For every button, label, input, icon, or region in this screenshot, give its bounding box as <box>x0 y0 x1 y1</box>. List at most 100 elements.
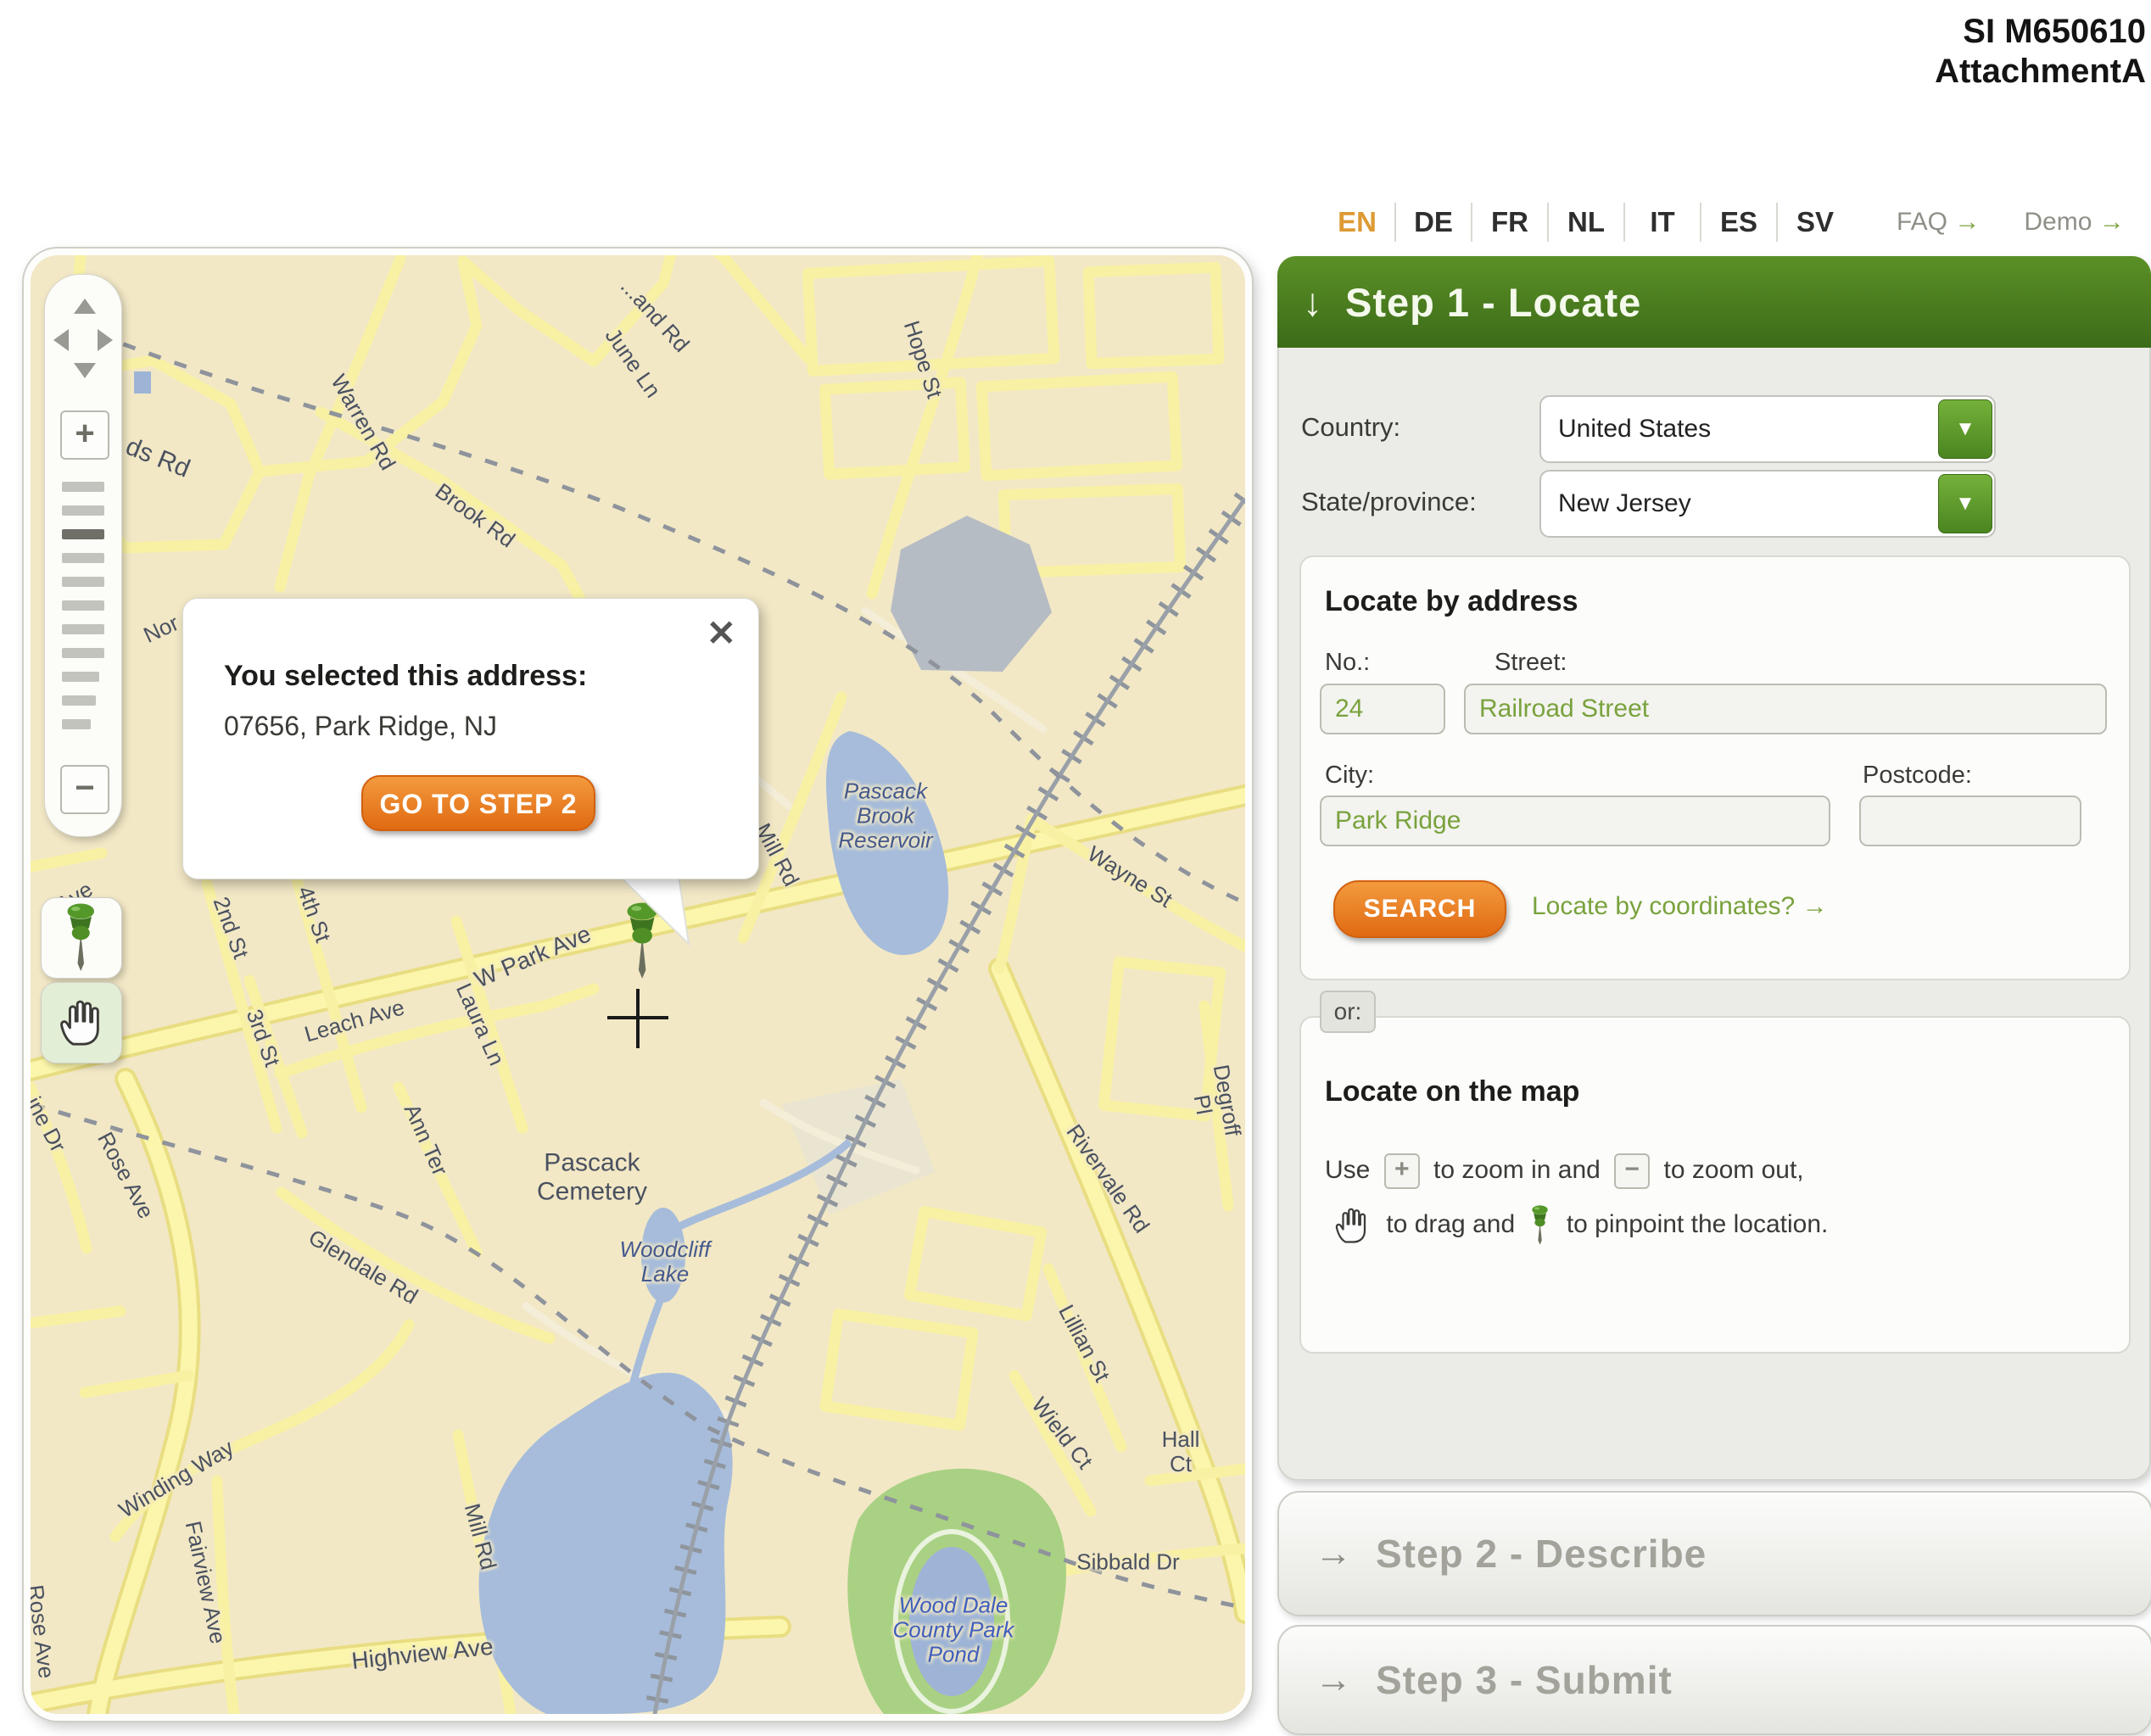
map-label: Rivervale Rd <box>1061 1120 1154 1238</box>
map-label: ine Dr <box>24 1093 70 1157</box>
lang-tab-es[interactable]: ES <box>1700 203 1776 242</box>
country-dropdown[interactable]: United States ▼ <box>1539 395 1996 463</box>
map-label: Fairview Ave <box>180 1519 230 1646</box>
demo-link[interactable]: Demo → <box>2024 208 2124 237</box>
coords-arrow-icon: → <box>1802 892 1828 920</box>
map-label: Brook Rd <box>431 478 520 552</box>
document-header: SI M650610 AttachmentA <box>1637 12 2146 92</box>
zoom-in-button[interactable]: + <box>60 410 109 460</box>
go-to-step2-button[interactable]: GO TO STEP 2 <box>361 775 595 831</box>
map-label: Rose Ave <box>24 1583 59 1680</box>
pin-tool-icon <box>61 902 102 974</box>
close-icon[interactable]: ✕ <box>707 616 736 651</box>
map-label: Leach Ave <box>302 995 407 1047</box>
locate-by-address-heading: Locate by address <box>1325 585 1578 618</box>
country-value: United States <box>1541 415 1938 444</box>
down-arrow-icon: ↓ <box>1303 279 1323 325</box>
map-label: Warren Rd <box>326 371 400 475</box>
document-id: SI M650610 <box>1637 12 2146 52</box>
lang-tab-fr[interactable]: FR <box>1471 203 1547 242</box>
map-label: Wield Ct <box>1026 1393 1097 1473</box>
no-input[interactable] <box>1320 684 1445 734</box>
step2-arrow-icon: → <box>1315 1532 1352 1575</box>
map-label: Highview Ave <box>350 1633 494 1675</box>
postcode-input[interactable] <box>1859 795 2081 846</box>
language-bar: EN DE FR NL IT ES SV FAQ → Demo → <box>1320 198 2125 246</box>
map-label: W Park Ave <box>471 920 595 993</box>
attachment-label: AttachmentA <box>1637 52 2146 92</box>
map-label: 4th St <box>293 883 336 946</box>
map-label: Hope St <box>899 318 947 401</box>
map-label: Glendale Rd <box>304 1225 422 1309</box>
demo-arrow-icon: → <box>2099 208 2125 236</box>
postcode-label: Postcode: <box>1863 762 1972 790</box>
map-label: Lillian St <box>1053 1301 1115 1386</box>
step3-arrow-icon: → <box>1315 1659 1352 1701</box>
map-nav-pad: + − <box>44 274 122 837</box>
map-label: 2nd St <box>208 894 253 963</box>
map-label: Rose Ave <box>92 1128 159 1223</box>
faq-arrow-icon: → <box>1954 208 1980 236</box>
step2-bar[interactable]: → Step 2 - Describe <box>1277 1491 2151 1616</box>
zoom-slider[interactable] <box>62 482 104 743</box>
street-input[interactable] <box>1464 684 2107 734</box>
country-label: Country: <box>1301 412 1400 443</box>
state-label: State/province: <box>1301 487 1477 517</box>
map-label: Woodcliff Lake <box>620 1237 711 1287</box>
locate-by-coordinates-link[interactable]: Locate by coordinates? → <box>1532 892 1828 921</box>
lang-tab-de[interactable]: DE <box>1394 203 1471 242</box>
no-label: No.: <box>1325 649 1370 677</box>
hand-tool-button[interactable] <box>41 982 122 1063</box>
pan-up-button[interactable] <box>74 299 96 314</box>
step3-bar[interactable]: → Step 3 - Submit <box>1277 1625 2151 1735</box>
street-label: Street: <box>1495 649 1567 677</box>
map-label: Laura Ln <box>451 980 509 1069</box>
search-button[interactable]: SEARCH <box>1333 880 1506 938</box>
state-dropdown[interactable]: New Jersey ▼ <box>1539 470 1996 538</box>
zoom-out-button[interactable]: − <box>60 765 109 814</box>
step3-title: Step 3 - Submit <box>1376 1657 1673 1703</box>
state-dropdown-arrow-icon[interactable]: ▼ <box>1938 474 1992 533</box>
map-label: Sibbald Dr <box>1076 1549 1179 1574</box>
instruction-line-1: Use + to zoom in and − to zoom out, <box>1325 1143 2105 1197</box>
country-dropdown-arrow-icon[interactable]: ▼ <box>1938 399 1992 459</box>
pan-down-button[interactable] <box>74 363 96 378</box>
faq-link[interactable]: FAQ → <box>1897 208 1980 237</box>
map-label: Pascack Cemetery <box>537 1148 647 1205</box>
city-label: City: <box>1325 762 1374 790</box>
zoom-out-icon: − <box>1614 1153 1650 1189</box>
map-label: Hall Ct <box>1148 1427 1213 1476</box>
map-label: Winding Way <box>115 1435 237 1522</box>
pin-tool-button[interactable] <box>41 897 122 979</box>
step2-title: Step 2 - Describe <box>1376 1531 1707 1577</box>
address-popup: ✕ You selected this address: 07656, Park… <box>182 598 759 879</box>
or-divider: or: <box>1320 991 1376 1033</box>
map-label: Ann Ter <box>399 1100 453 1179</box>
map-label: Wood Dale County Park Pond <box>892 1593 1014 1666</box>
step1-header[interactable]: ↓ Step 1 - Locate <box>1277 256 2151 348</box>
pushpin-icon <box>1528 1204 1552 1247</box>
step1-title: Step 1 - Locate <box>1345 279 1641 326</box>
pan-left-button[interactable] <box>53 329 69 351</box>
lang-tab-sv[interactable]: SV <box>1776 203 1852 242</box>
map-label: Nor <box>140 611 182 648</box>
map-label: Pascack Brook Reservoir <box>838 779 932 852</box>
lang-tab-nl[interactable]: NL <box>1547 203 1623 242</box>
map-canvas[interactable]: ...and RdJune LnHope StWarren RdBrook Rd… <box>24 248 1252 1721</box>
hand-icon <box>1332 1205 1372 1246</box>
map-label: Mill Rd <box>460 1501 501 1572</box>
map-label-overlay: ...and RdJune LnHope StWarren RdBrook Rd… <box>31 255 1245 1714</box>
map-label: ds Rd <box>121 433 193 484</box>
map-instructions: Use + to zoom in and − to zoom out, to d… <box>1325 1143 2105 1252</box>
lang-tab-en[interactable]: EN <box>1320 203 1394 242</box>
state-value: New Jersey <box>1541 489 1938 518</box>
zoom-in-icon: + <box>1384 1153 1420 1189</box>
hand-tool-icon <box>55 996 108 1049</box>
city-input[interactable] <box>1320 795 1830 846</box>
popup-title: You selected this address: <box>224 660 587 693</box>
map-label: Degroff Pl <box>1184 1063 1245 1142</box>
locate-on-map-heading: Locate on the map <box>1325 1075 1579 1108</box>
map-label: Wayne St <box>1083 841 1176 913</box>
pan-right-button[interactable] <box>98 329 113 351</box>
lang-tab-it[interactable]: IT <box>1623 203 1700 242</box>
